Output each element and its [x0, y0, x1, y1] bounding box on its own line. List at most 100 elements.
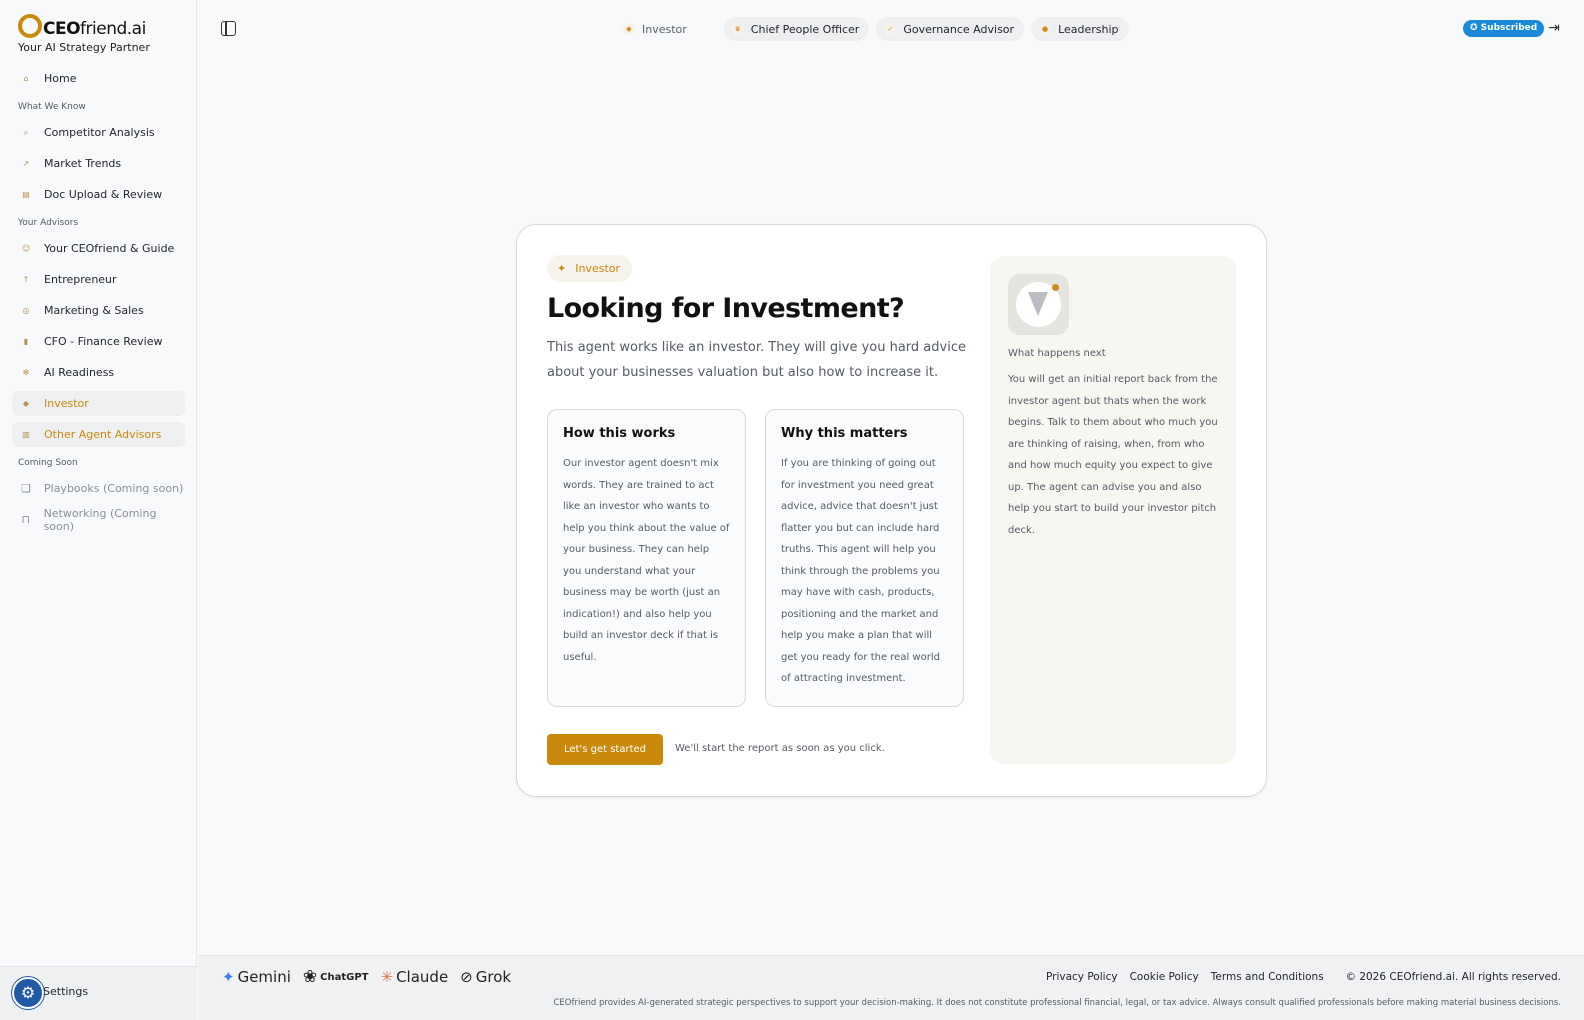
status-dot-icon: [1052, 284, 1059, 291]
bar-chart-icon: ▮: [23, 337, 29, 346]
tab-governance-advisor[interactable]: ✓ Governance Advisor: [876, 17, 1025, 41]
claude-spark-icon: ✳: [380, 968, 394, 986]
gemini-logo: ✦ Gemini: [222, 968, 291, 986]
sidebar-item-doc-upload[interactable]: ▤ Doc Upload & Review: [12, 182, 185, 207]
brand-tagline: Your AI Strategy Partner: [18, 41, 150, 54]
sidebar-item-label: Networking (Coming soon): [43, 506, 157, 533]
sidebar-section-what-we-know: What We Know: [18, 102, 86, 112]
gemini-star-icon: ✦: [222, 968, 235, 986]
grok-logo: ⊘ Grok: [460, 968, 511, 986]
sidebar-item-marketing-sales[interactable]: ◎ Marketing & Sales: [12, 298, 185, 323]
building-icon: ▥: [22, 430, 30, 439]
gem-icon: ◆: [623, 23, 635, 35]
house-icon: ⌂: [23, 74, 29, 83]
sidebar-item-label: Doc Upload & Review: [44, 188, 163, 201]
advisor-tabs: ◆ Investor ♛ Chief People Officer ✓ Gove…: [615, 17, 1136, 41]
sidebar-item-label: Market Trends: [44, 157, 122, 170]
brand-label: ChatGPT: [320, 971, 369, 983]
tab-leadership[interactable]: ● Leadership: [1031, 17, 1129, 41]
sidebar-item-label: Playbooks (Coming soon): [44, 482, 184, 495]
rocket-icon: ↑: [22, 275, 30, 284]
cta-note: We'll start the report as soon as you cl…: [675, 743, 885, 754]
sidebar-item-label: Investor: [44, 397, 89, 410]
box-title: Why this matters: [781, 426, 908, 441]
sidebar-item-playbooks[interactable]: ❑ Playbooks (Coming soon): [12, 476, 185, 501]
gem-icon: [1028, 292, 1048, 316]
robot-icon: ☺: [21, 244, 31, 253]
investor-avatar: [1008, 274, 1069, 335]
magnifier-icon: ⌕: [23, 127, 29, 137]
agent-badge-label: Investor: [575, 262, 621, 275]
sparkle-icon: ✦: [557, 262, 567, 275]
how-this-works-box: How this works Our investor agent doesn'…: [547, 409, 746, 707]
cookie-policy-link[interactable]: Cookie Policy: [1130, 971, 1199, 983]
logout-icon[interactable]: ⇥: [1545, 19, 1563, 37]
sidebar-toggle-icon[interactable]: [221, 21, 236, 36]
agent-badge: ✦ Investor: [547, 255, 633, 282]
sidebar-item-home[interactable]: ⌂ Home: [12, 66, 185, 91]
sidebar-section-coming-soon: Coming Soon: [18, 458, 78, 468]
settings-link[interactable]: Settings: [43, 985, 88, 998]
disclaimer: CEOfriend provides AI-generated strategi…: [553, 998, 1561, 1008]
sidebar-item-competitor-analysis[interactable]: ⌕ Competitor Analysis: [12, 120, 185, 145]
privacy-policy-link[interactable]: Privacy Policy: [1046, 971, 1118, 983]
brand-name: CEOfriend.ai: [43, 19, 146, 39]
page-footer: ✦ Gemini ❀ ChatGPT ✳ Claude ⊘ Grok Priva…: [198, 955, 1584, 1020]
brand-label: Claude: [396, 968, 449, 986]
investor-intro-card: ✦ Investor Looking for Investment? This …: [516, 224, 1267, 797]
tab-investor[interactable]: ◆ Investor: [615, 17, 697, 41]
sidebar-item-market-trends[interactable]: ↗ Market Trends: [12, 151, 185, 176]
brand-logo[interactable]: CEOfriend.ai: [18, 12, 146, 40]
sidebar: CEOfriend.ai Your AI Strategy Partner ⌂ …: [0, 0, 197, 1020]
tab-label: Chief People Officer: [750, 22, 860, 36]
side-text: You will get an initial report back from…: [1008, 374, 1218, 536]
sidebar-item-label: Entrepreneur: [44, 273, 117, 286]
page-lead: This agent works like an investor. They …: [547, 340, 966, 380]
tab-chief-people-officer[interactable]: ♛ Chief People Officer: [723, 17, 870, 41]
what-happens-next-panel: What happens next You will get an initia…: [990, 256, 1236, 764]
box-text: Our investor agent doesn't mix words. Th…: [563, 458, 730, 663]
shield-icon: ✓: [884, 23, 897, 35]
lock-icon: ⊓: [21, 513, 31, 526]
terms-link[interactable]: Terms and Conditions: [1211, 971, 1324, 983]
crown-icon: ♛: [731, 23, 744, 35]
target-icon: ◎: [22, 306, 30, 315]
sidebar-item-ceofriend-guide[interactable]: ☺ Your CEOfriend & Guide: [12, 236, 185, 261]
grok-slash-icon: ⊘: [460, 968, 473, 986]
sidebar-item-networking[interactable]: ⊓ Networking (Coming soon): [12, 506, 185, 533]
accessibility-settings-icon[interactable]: ⚙: [12, 977, 44, 1009]
get-started-button[interactable]: Let's get started: [547, 734, 663, 765]
page-title: Looking for Investment?: [547, 293, 905, 324]
sidebar-item-cfo-finance[interactable]: ▮ CFO - Finance Review: [12, 329, 185, 354]
sidebar-item-label: Your CEOfriend & Guide: [44, 242, 175, 255]
sidebar-section-your-advisors: Your Advisors: [18, 218, 79, 228]
copyright: © 2026 CEOfriend.ai. All rights reserved…: [1345, 971, 1561, 983]
tab-label: Investor: [642, 22, 687, 36]
compass-icon: ●: [1039, 23, 1052, 35]
sidebar-item-label: Home: [44, 72, 77, 85]
chart-line-icon: ↗: [22, 159, 30, 168]
sidebar-item-ai-readiness[interactable]: ✻ AI Readiness: [12, 360, 185, 385]
why-this-matters-box: Why this matters If you are thinking of …: [765, 409, 964, 707]
brain-icon: ✻: [22, 368, 30, 377]
openai-knot-icon: ❀: [302, 967, 318, 987]
sidebar-item-label: Other Agent Advisors: [44, 428, 162, 441]
box-text: If you are thinking of going out for inv…: [781, 458, 940, 684]
ai-brand-logos: ✦ Gemini ❀ ChatGPT ✳ Claude ⊘ Grok: [222, 967, 523, 987]
document-icon: ▤: [22, 190, 30, 199]
tab-label: Governance Advisor: [903, 22, 1015, 36]
sidebar-item-investor[interactable]: ◆ Investor: [12, 391, 185, 416]
sidebar-item-entrepreneur[interactable]: ↑ Entrepreneur: [12, 267, 185, 292]
box-title: How this works: [563, 426, 676, 441]
sidebar-item-other-agent-advisors[interactable]: ▥ Other Agent Advisors: [12, 422, 185, 447]
tab-label: Leadership: [1058, 22, 1119, 36]
subscribed-badge[interactable]: ✪ Subscribed: [1463, 20, 1545, 37]
gem-icon: ◆: [22, 399, 30, 408]
sidebar-item-label: CFO - Finance Review: [44, 335, 163, 348]
side-title: What happens next: [1008, 348, 1106, 359]
chatgpt-logo: ❀ ChatGPT: [303, 967, 369, 987]
sidebar-item-label: Competitor Analysis: [44, 126, 155, 139]
sidebar-item-label: Marketing & Sales: [44, 304, 144, 317]
sidebar-footer: ⚙ Settings: [0, 966, 197, 1020]
sidebar-nav: ⌂ Home What We Know ⌕ Competitor Analysi…: [12, 66, 185, 538]
